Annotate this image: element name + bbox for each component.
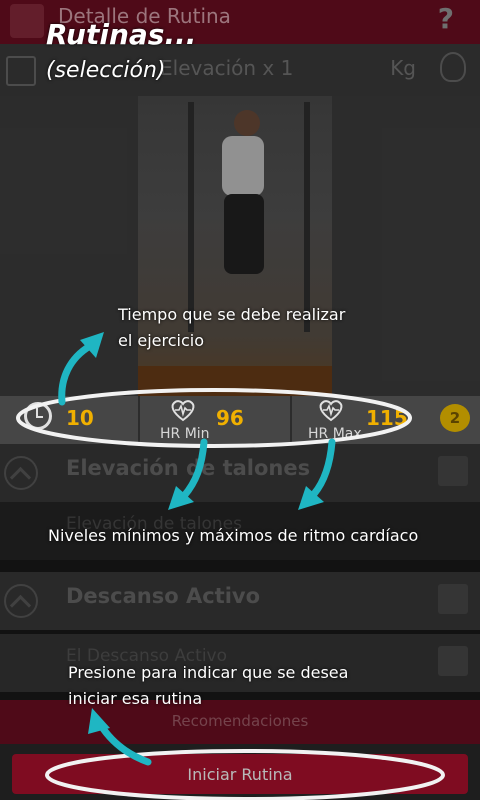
checkbox[interactable] [438,646,468,676]
annotation-line: iniciar esa rutina [68,689,203,708]
person-legs [224,194,264,274]
time-value: 10 [66,406,94,430]
annotation-title: Rutinas... [46,18,197,51]
recommendations-label: Recomendaciones [171,712,309,730]
clock-icon [24,402,52,430]
heart-rate-icon [319,400,343,422]
list-item[interactable]: Elevación de talones [0,444,480,502]
app-screen: Detalle de Rutina ? Elevación x 1 Kg 10 … [0,0,480,800]
list-item-label: Descanso Activo [66,584,261,608]
unit-label: Kg [390,56,416,80]
help-icon[interactable]: ? [438,2,454,35]
hr-max-value: 115 [366,406,408,430]
chevron-up-icon[interactable] [4,584,38,618]
hr-min-value: 96 [216,406,244,430]
person-body [222,136,264,196]
annotation-subtitle: (selección) [46,58,166,83]
time-stat: 10 [0,396,138,444]
app-logo-icon [10,4,44,38]
checkbox[interactable] [438,456,468,486]
stats-bar: 10 96 HR Min 115 HR Max [0,396,480,444]
start-routine-button[interactable]: Iniciar Rutina [12,754,468,794]
floor [138,366,332,396]
hr-min-label: HR Min [160,426,210,442]
list-item-label: Elevación de talones [66,456,311,480]
annotation-start-note: Presione para indicar que se desea inici… [68,660,348,712]
hr-max-stat: 115 HR Max [292,396,432,444]
annotation-line: Presione para indicar que se desea [68,663,349,682]
annotation-line: Tiempo que se debe realizar [118,305,346,324]
lightbulb-icon[interactable] [440,52,466,82]
exercise-name: Elevación x 1 [160,56,294,80]
annotation-hr-note: Niveles mínimos y máximos de ritmo cardí… [48,526,419,545]
person-head [234,110,260,136]
annotation-line: el ejercicio [118,331,205,350]
heart-rate-icon [171,400,195,422]
list-item[interactable]: Descanso Activo [0,572,480,630]
hr-max-label: HR Max [308,426,362,442]
calendar-icon[interactable] [6,56,36,86]
checkbox[interactable] [438,584,468,614]
chevron-up-icon[interactable] [4,456,38,490]
hr-min-stat: 96 HR Min [140,396,290,444]
annotation-time-note: Tiempo que se debe realizar el ejercicio [118,302,345,354]
count-badge: 2 [440,404,470,432]
